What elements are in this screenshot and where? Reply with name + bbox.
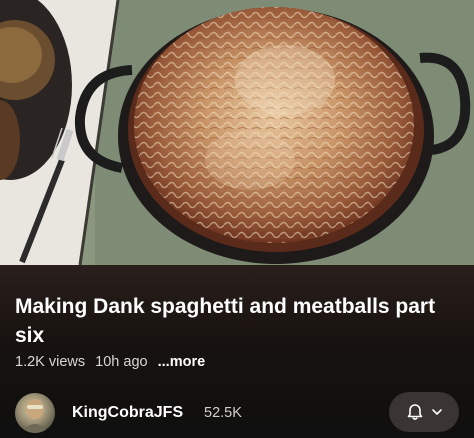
subscriber-count: 52.5K bbox=[204, 405, 242, 421]
avatar[interactable] bbox=[15, 393, 55, 433]
channel-name[interactable]: KingCobraJFS bbox=[72, 404, 183, 422]
chevron-down-icon bbox=[432, 409, 442, 415]
video-metadata[interactable]: 1.2K views 10h ago ...more bbox=[15, 354, 211, 370]
video-info-panel: Making Dank spaghetti and meatballs part… bbox=[0, 265, 474, 438]
channel-row: KingCobraJFS 52.5K bbox=[15, 391, 459, 433]
bell-icon bbox=[407, 404, 423, 420]
view-count: 1.2K views bbox=[15, 354, 86, 370]
notification-button[interactable] bbox=[389, 392, 459, 432]
avatar-image bbox=[21, 399, 49, 433]
video-title[interactable]: Making Dank spaghetti and meatballs part… bbox=[15, 292, 455, 350]
thumbnail-image bbox=[0, 0, 474, 265]
more-link[interactable]: ...more bbox=[158, 354, 206, 370]
upload-age: 10h ago bbox=[95, 354, 148, 370]
video-thumbnail[interactable] bbox=[0, 0, 474, 265]
